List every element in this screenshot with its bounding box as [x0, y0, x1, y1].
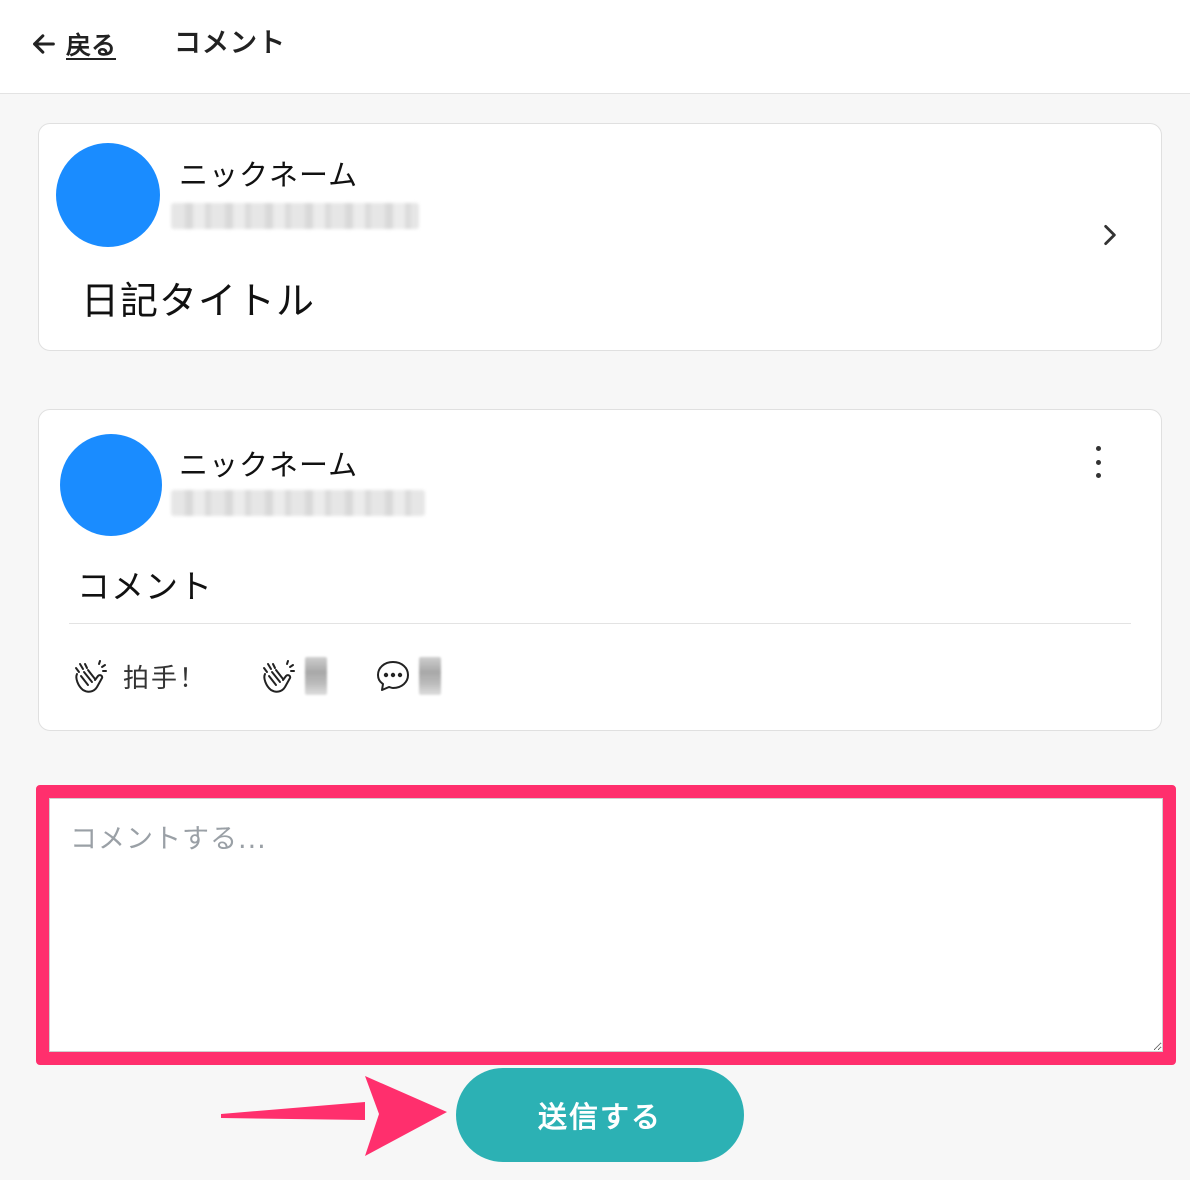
- avatar: [60, 434, 162, 536]
- clap-icon: [75, 660, 107, 693]
- comment-input[interactable]: [49, 798, 1163, 1052]
- diary-title: 日記タイトル: [81, 279, 316, 323]
- reply-count[interactable]: [373, 654, 441, 698]
- back-link[interactable]: 戻る: [30, 24, 116, 64]
- chevron-right-icon: [1104, 224, 1116, 246]
- clap-count[interactable]: [257, 654, 327, 698]
- clap-label: 拍手！: [123, 663, 208, 694]
- comment-text: コメント: [77, 567, 213, 606]
- comment-input-highlight: [36, 785, 1176, 1065]
- top-bar: 戻る コメント: [0, 0, 1190, 94]
- submit-button[interactable]: 送信する: [456, 1068, 744, 1162]
- comment-card: ニックネーム コメント 拍手！: [38, 409, 1162, 731]
- more-options-icon[interactable]: [1085, 442, 1111, 482]
- diary-card[interactable]: ニックネーム 日記タイトル: [38, 123, 1162, 351]
- clap-count-blurred: [305, 657, 327, 695]
- avatar: [56, 143, 160, 247]
- diary-author-nickname: ニックネーム: [179, 158, 359, 192]
- annotation-arrow-icon: [221, 1076, 447, 1156]
- divider: [69, 623, 1131, 624]
- comment-date-blurred: [171, 490, 425, 516]
- comment-author-nickname: ニックネーム: [179, 448, 359, 482]
- reply-count-blurred: [419, 657, 441, 695]
- arrow-left-icon: [33, 34, 55, 54]
- clap-button[interactable]: 拍手！: [69, 654, 207, 698]
- back-label: 戻る: [66, 31, 117, 60]
- page-title: コメント: [174, 28, 286, 59]
- clap-icon: [263, 660, 295, 693]
- speech-bubble-icon: [377, 661, 409, 691]
- diary-date-blurred: [171, 203, 419, 229]
